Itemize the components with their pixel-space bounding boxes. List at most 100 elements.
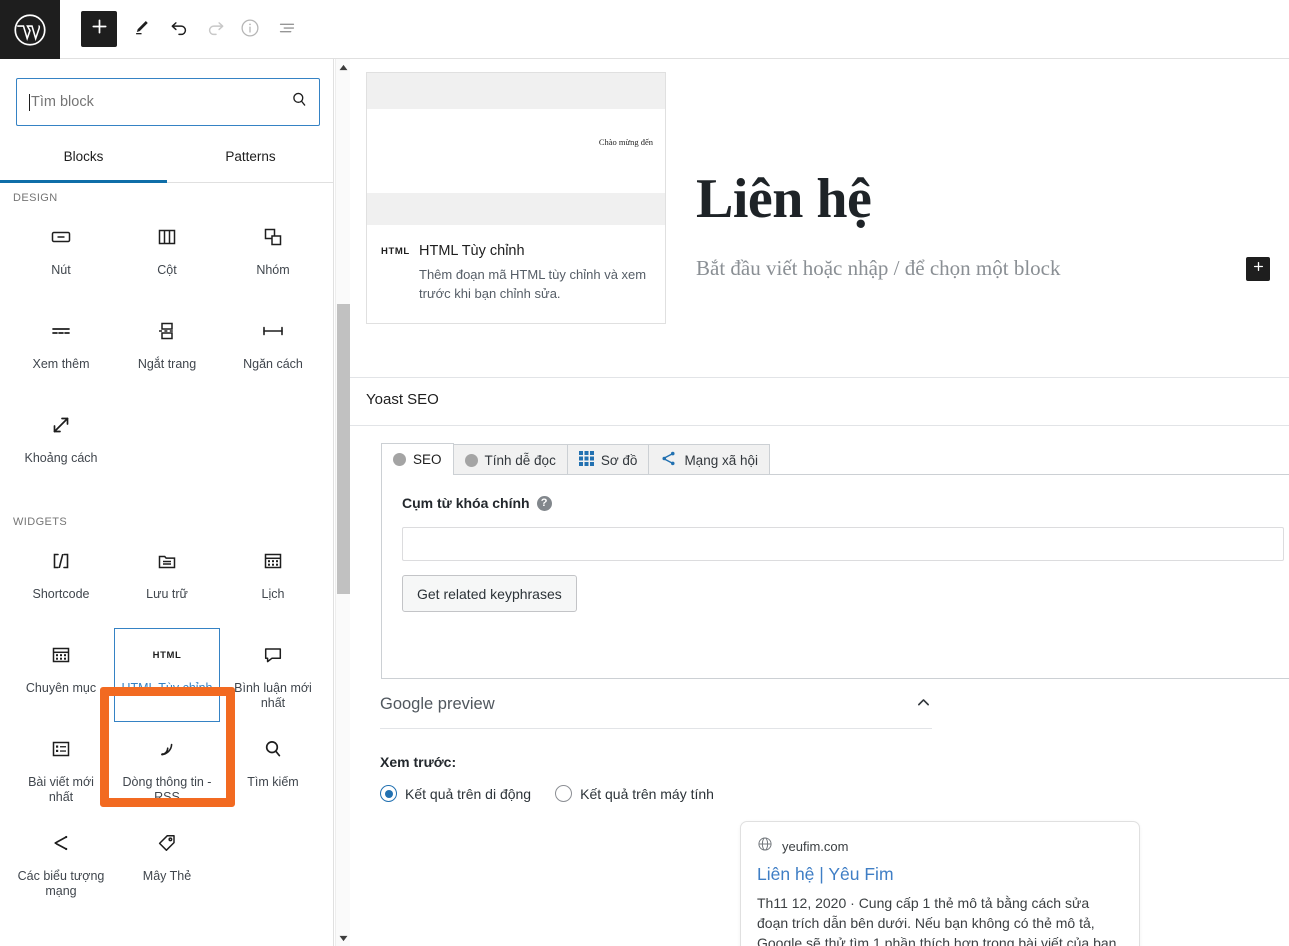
help-circle-icon[interactable]: ? — [536, 495, 552, 511]
radio-desktop-result[interactable]: Kết quả trên máy tính — [555, 785, 714, 802]
editor-canvas: Chào mừng đến HTML HTML Tùy chỉnh Thêm đ… — [350, 59, 1289, 946]
block-item-columns[interactable]: Cột — [114, 210, 220, 304]
columns-block-icon — [155, 224, 179, 250]
search-input[interactable]: Tìm block — [16, 78, 320, 126]
block-item-latest-posts[interactable]: Bài viết mới nhất — [8, 722, 114, 816]
add-block-button[interactable] — [81, 11, 117, 47]
status-dot-icon — [464, 453, 478, 467]
schema-grid-icon — [578, 451, 594, 469]
list-view-icon — [276, 17, 298, 44]
rss-block-icon — [155, 736, 179, 762]
page-title[interactable]: Liên hệ — [696, 171, 872, 227]
inserter-scrollbar[interactable] — [335, 59, 350, 946]
block-item-label: Lưu trữ — [146, 587, 188, 601]
block-item-social-icons[interactable]: Các biểu tượng mạng — [8, 816, 114, 910]
chevron-up-icon — [915, 694, 932, 716]
block-preview-card: Chào mừng đến HTML HTML Tùy chỉnh Thêm đ… — [366, 72, 666, 324]
block-item-button[interactable]: Nút — [8, 210, 114, 304]
yoast-tab-bar: SEO Tính dễ đọc Sơ đồ Mạng xã hội — [381, 443, 770, 475]
block-item-label: Nút — [51, 263, 71, 277]
tab-readability[interactable]: Tính dễ đọc — [452, 444, 568, 475]
html-block-icon: HTML — [381, 246, 410, 257]
caret-up-icon[interactable] — [336, 59, 351, 75]
block-item-latest-comments[interactable]: Bình luận mới nhất — [220, 628, 326, 722]
search-block-field-wrapper: Tìm block — [16, 78, 320, 126]
tab-seo-label: SEO — [413, 452, 442, 467]
yoast-divider — [350, 425, 1289, 426]
keyphrase-input[interactable] — [402, 527, 1284, 561]
block-item-label: Khoảng cách — [24, 451, 98, 465]
more-block-icon — [49, 318, 73, 344]
page-break-block-icon — [155, 318, 179, 344]
button-block-icon — [49, 224, 73, 250]
block-item-rss[interactable]: Dòng thông tin - RSS — [114, 722, 220, 816]
block-item-categories[interactable]: Chuyên mục — [8, 628, 114, 722]
archives-block-icon — [155, 548, 179, 574]
radio-button[interactable] — [555, 785, 573, 802]
social-icons-block-icon — [49, 830, 73, 856]
block-list-scroll-area: DESIGN Nút Cột Nhóm Xem thêm Ngắt trang … — [0, 183, 333, 946]
google-preview-collapsible-header[interactable]: Google preview — [380, 681, 932, 729]
undo-button[interactable] — [161, 12, 197, 48]
list-view-button[interactable] — [269, 12, 305, 48]
google-snippet-preview[interactable]: yeufim.com Liên hệ | Yêu Fim Th11 12, 20… — [740, 821, 1140, 946]
info-circle-icon — [239, 17, 261, 44]
yoast-seo-tab-panel: Cụm từ khóa chính ? Get related keyphras… — [381, 474, 1289, 679]
tab-schema[interactable]: Sơ đồ — [566, 444, 650, 475]
tab-blocks-label: Blocks — [63, 149, 104, 164]
tab-social[interactable]: Mạng xã hội — [648, 444, 770, 475]
block-item-search[interactable]: Tìm kiếm — [220, 722, 326, 816]
shortcode-block-icon — [48, 548, 74, 574]
tab-seo[interactable]: SEO — [381, 443, 454, 475]
inline-add-block-button[interactable] — [1246, 257, 1270, 281]
caret-down-icon[interactable] — [336, 930, 351, 946]
block-item-tag-cloud[interactable]: Mây Thẻ — [114, 816, 220, 910]
redo-button[interactable] — [198, 12, 234, 48]
radio-button[interactable] — [380, 785, 397, 802]
keyphrase-label-text: Cụm từ khóa chính — [402, 495, 530, 511]
redo-arrow-icon — [205, 17, 227, 44]
latest-posts-block-icon — [49, 736, 73, 762]
get-related-keyphrases-button[interactable]: Get related keyphrases — [402, 575, 577, 612]
block-item-custom-html[interactable]: HTML HTML Tùy chỉnh — [114, 628, 220, 722]
block-item-group[interactable]: Nhóm — [220, 210, 326, 304]
section-heading-widgets: WIDGETS — [13, 516, 68, 528]
block-item-separator[interactable]: Ngăn cách — [220, 304, 326, 398]
block-item-shortcode[interactable]: Shortcode — [8, 534, 114, 628]
block-item-label: Ngắt trang — [137, 357, 197, 371]
search-icon — [290, 90, 309, 114]
section-heading-design: DESIGN — [13, 192, 58, 204]
categories-block-icon — [49, 642, 73, 668]
radio-desktop-label: Kết quả trên máy tính — [580, 785, 714, 802]
snippet-title[interactable]: Liên hệ | Yêu Fim — [757, 864, 1123, 886]
wordpress-logo-button[interactable] — [0, 0, 60, 59]
radio-mobile-result[interactable]: Kết quả trên di động — [380, 785, 531, 802]
tab-patterns[interactable]: Patterns — [167, 141, 333, 182]
preview-mode-label: Xem trước: — [380, 754, 457, 770]
block-item-more[interactable]: Xem thêm — [8, 304, 114, 398]
block-grid-design: Nút Cột Nhóm Xem thêm Ngắt trang Ngăn cá… — [0, 210, 333, 492]
block-item-calendar[interactable]: Lịch — [220, 534, 326, 628]
group-block-icon — [261, 224, 285, 250]
block-item-page-break[interactable]: Ngắt trang — [114, 304, 220, 398]
block-item-label: Ngăn cách — [243, 357, 303, 371]
paragraph-placeholder[interactable]: Bắt đầu viết hoặc nhập / để chọn một … — [696, 256, 1061, 281]
details-button[interactable] — [232, 12, 268, 48]
block-item-label: Shortcode — [32, 587, 90, 601]
latest-comments-block-icon — [261, 642, 285, 668]
yoast-panel-heading: Yoast SEO — [366, 391, 439, 408]
edit-mode-button[interactable] — [124, 12, 160, 48]
tab-blocks[interactable]: Blocks — [0, 141, 167, 183]
snippet-description: Th11 12, 2020 · Cung cấp 1 thẻ mô tả bằn… — [757, 894, 1117, 946]
text-caret — [29, 93, 30, 111]
block-item-spacer[interactable]: Khoảng cách — [8, 398, 114, 492]
block-item-label: Chuyên mục — [25, 681, 97, 695]
scrollbar-thumb[interactable] — [337, 304, 350, 594]
preview-block-title: HTML Tùy chỉnh — [419, 243, 525, 259]
block-item-archives[interactable]: Lưu trữ — [114, 534, 220, 628]
block-item-label: Nhóm — [256, 263, 290, 277]
preview-mode-radio-group: Kết quả trên di động Kết quả trên máy tí… — [380, 785, 714, 802]
block-item-label: Mây Thẻ — [142, 869, 192, 883]
keyphrase-label: Cụm từ khóa chính ? — [402, 495, 552, 511]
tag-cloud-block-icon — [155, 830, 179, 856]
